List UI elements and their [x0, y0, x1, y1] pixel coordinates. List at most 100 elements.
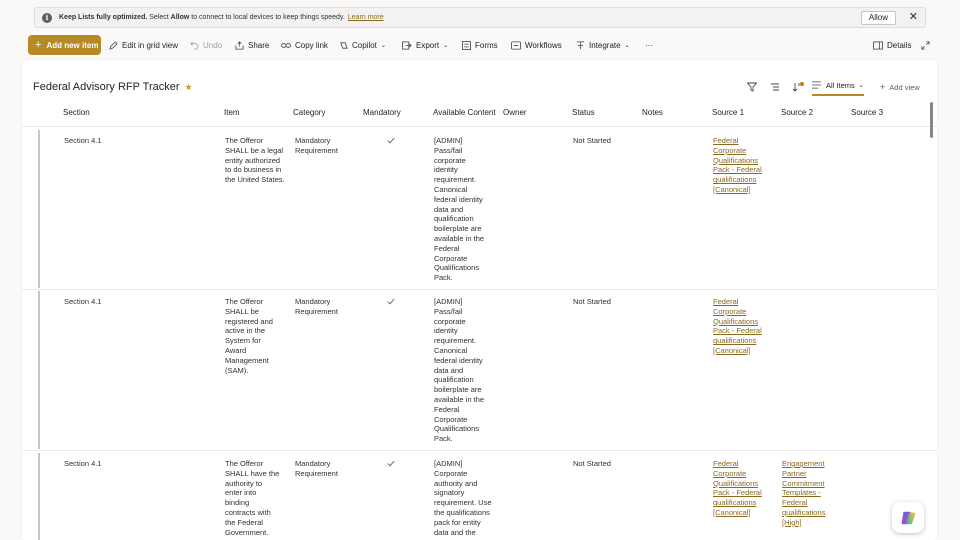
chevron-down-icon: ⌄ [380, 42, 386, 49]
cell-line[interactable]: qualifications [713, 498, 762, 508]
cell-line: identity [434, 165, 458, 175]
cell-line: available in the [434, 394, 485, 404]
row-divider [22, 289, 937, 290]
sort-icon[interactable] [792, 77, 802, 97]
cell-line: requirement. [434, 336, 477, 346]
integrate-menu-button[interactable]: Integrate ⌄ [576, 34, 630, 56]
learn-more-link[interactable]: Learn more [348, 14, 384, 21]
cell-line[interactable]: Pack - Federal [713, 488, 762, 498]
workflows-button[interactable]: Workflows [511, 34, 562, 56]
column-header-owner[interactable]: Owner [503, 108, 527, 117]
details-icon [873, 40, 883, 50]
row-divider [22, 450, 937, 451]
chevron-down-icon: ⌄ [624, 42, 630, 49]
column-header-status[interactable]: Status [572, 108, 595, 117]
cell-line: [ADMIN] [434, 297, 463, 306]
cell-line[interactable]: Commitment [782, 479, 825, 489]
column-header-source-3[interactable]: Source 3 [851, 108, 883, 117]
pencil-icon [109, 40, 118, 50]
edit-grid-button[interactable]: Edit in grid view [109, 34, 178, 56]
cell-item: The Offeror SHALL have the authority to ent… [225, 459, 279, 537]
cell-line: Corporate [434, 468, 468, 478]
cell-line: qualification [434, 214, 474, 224]
details-button[interactable]: Details [873, 34, 911, 56]
cell-line[interactable]: Federal [713, 297, 762, 307]
cell-line[interactable]: Federal [713, 459, 762, 469]
view-selector[interactable]: All Items ⌄ [812, 78, 864, 96]
share-button[interactable]: Share [235, 34, 269, 56]
allow-button[interactable]: Allow [860, 11, 896, 25]
cell-line[interactable]: [Canonical] [713, 185, 762, 195]
column-header-source-1[interactable]: Source 1 [712, 108, 744, 117]
cell-line[interactable]: qualifications [782, 508, 825, 518]
cell-line[interactable]: Federal [782, 498, 825, 508]
column-header-source-2[interactable]: Source 2 [781, 108, 813, 117]
copilot-fab-button[interactable] [892, 502, 924, 533]
cell-line: available in the [434, 233, 485, 243]
cell-line[interactable]: Pack - Federal [713, 165, 762, 175]
cell-line: Requirement [295, 468, 338, 478]
filter-icon[interactable] [747, 77, 757, 97]
export-menu-button[interactable]: Export ⌄ [402, 34, 448, 56]
cell-line[interactable]: qualifications [713, 175, 762, 185]
column-header-item[interactable]: Item [224, 108, 240, 117]
cell-line: data and [434, 204, 464, 214]
info-icon: i [42, 12, 52, 23]
row-selection-bar[interactable] [38, 453, 40, 540]
cell-line: federal identity [434, 194, 483, 204]
cell-line[interactable]: Templates - [782, 488, 825, 498]
close-icon[interactable]: ✕ [909, 10, 918, 23]
cell-line: Pass/fail [434, 306, 463, 316]
column-header-section[interactable]: Section [63, 108, 90, 117]
cell-line: active in the [225, 326, 266, 336]
column-header-available-content[interactable]: Available Content [433, 108, 496, 117]
cell-line[interactable]: qualifications [713, 336, 762, 346]
cell-line[interactable]: [High] [782, 518, 825, 528]
column-header-notes[interactable]: Notes [642, 108, 663, 117]
add-new-item-button[interactable]: + Add new item [28, 35, 101, 55]
column-header-mandatory[interactable]: Mandatory [363, 108, 401, 117]
vertical-scrollbar[interactable] [930, 102, 933, 138]
row-selection-bar[interactable] [38, 130, 40, 288]
plus-icon: + [880, 82, 886, 92]
cell-line[interactable]: Partner [782, 469, 825, 479]
cell-line[interactable]: [Canonical] [713, 346, 762, 356]
cell-line[interactable]: Qualifications [713, 317, 762, 327]
row-selection-bar[interactable] [38, 291, 40, 449]
group-by-icon[interactable] [770, 77, 780, 97]
cell-line[interactable]: Federal [713, 136, 762, 146]
cell-source2[interactable]: Engagement Partner Commitment Templates - Fe… [782, 459, 825, 528]
forms-button[interactable]: Forms [462, 34, 498, 56]
cell-line: contracts with [225, 507, 271, 517]
cell-line: Award [225, 345, 247, 355]
column-header-category[interactable]: Category [293, 108, 325, 117]
copy-link-button[interactable]: Copy link [281, 34, 328, 56]
cell-line: authority to [225, 478, 263, 488]
cell-line[interactable]: Corporate [713, 469, 762, 479]
cell-line: Federal [434, 243, 460, 253]
favorite-star-icon[interactable]: ★ [185, 82, 193, 93]
expand-icon[interactable] [921, 34, 930, 56]
cell-line[interactable]: Qualifications [713, 479, 762, 489]
cell-item: The Offeror SHALL be a legal entity author… [225, 136, 285, 185]
cell-line[interactable]: Pack - Federal [713, 326, 762, 336]
cell-line[interactable]: Corporate [713, 146, 762, 156]
cell-line[interactable]: [Canonical] [713, 508, 762, 518]
list-panel: Federal Advisory RFP Tracker ★ All Items … [22, 60, 937, 540]
more-options-button[interactable]: ··· [645, 34, 653, 56]
copilot-menu-button[interactable]: Copilot ⌄ [339, 34, 386, 56]
cell-line: requirement. [434, 175, 477, 185]
add-view-button[interactable]: + Add view [880, 77, 920, 97]
cell-line[interactable]: Qualifications [713, 156, 762, 166]
cell-line[interactable]: Engagement [782, 459, 825, 469]
cell-source1[interactable]: Federal Corporate Qualifications Pack - Fed… [713, 136, 762, 195]
cell-source1[interactable]: Federal Corporate Qualifications Pack - Fed… [713, 297, 762, 356]
checkmark-icon [387, 298, 395, 305]
cell-content: [ADMIN] Corporate authority and signatory re… [434, 459, 492, 537]
undo-button[interactable]: Undo [190, 34, 222, 56]
cell-line: the United States. [225, 175, 285, 185]
copilot-logo-icon [899, 509, 917, 527]
cell-source1[interactable]: Federal Corporate Qualifications Pack - Fed… [713, 459, 762, 518]
cell-line[interactable]: Corporate [713, 307, 762, 317]
cell-line: Government. [225, 527, 269, 537]
